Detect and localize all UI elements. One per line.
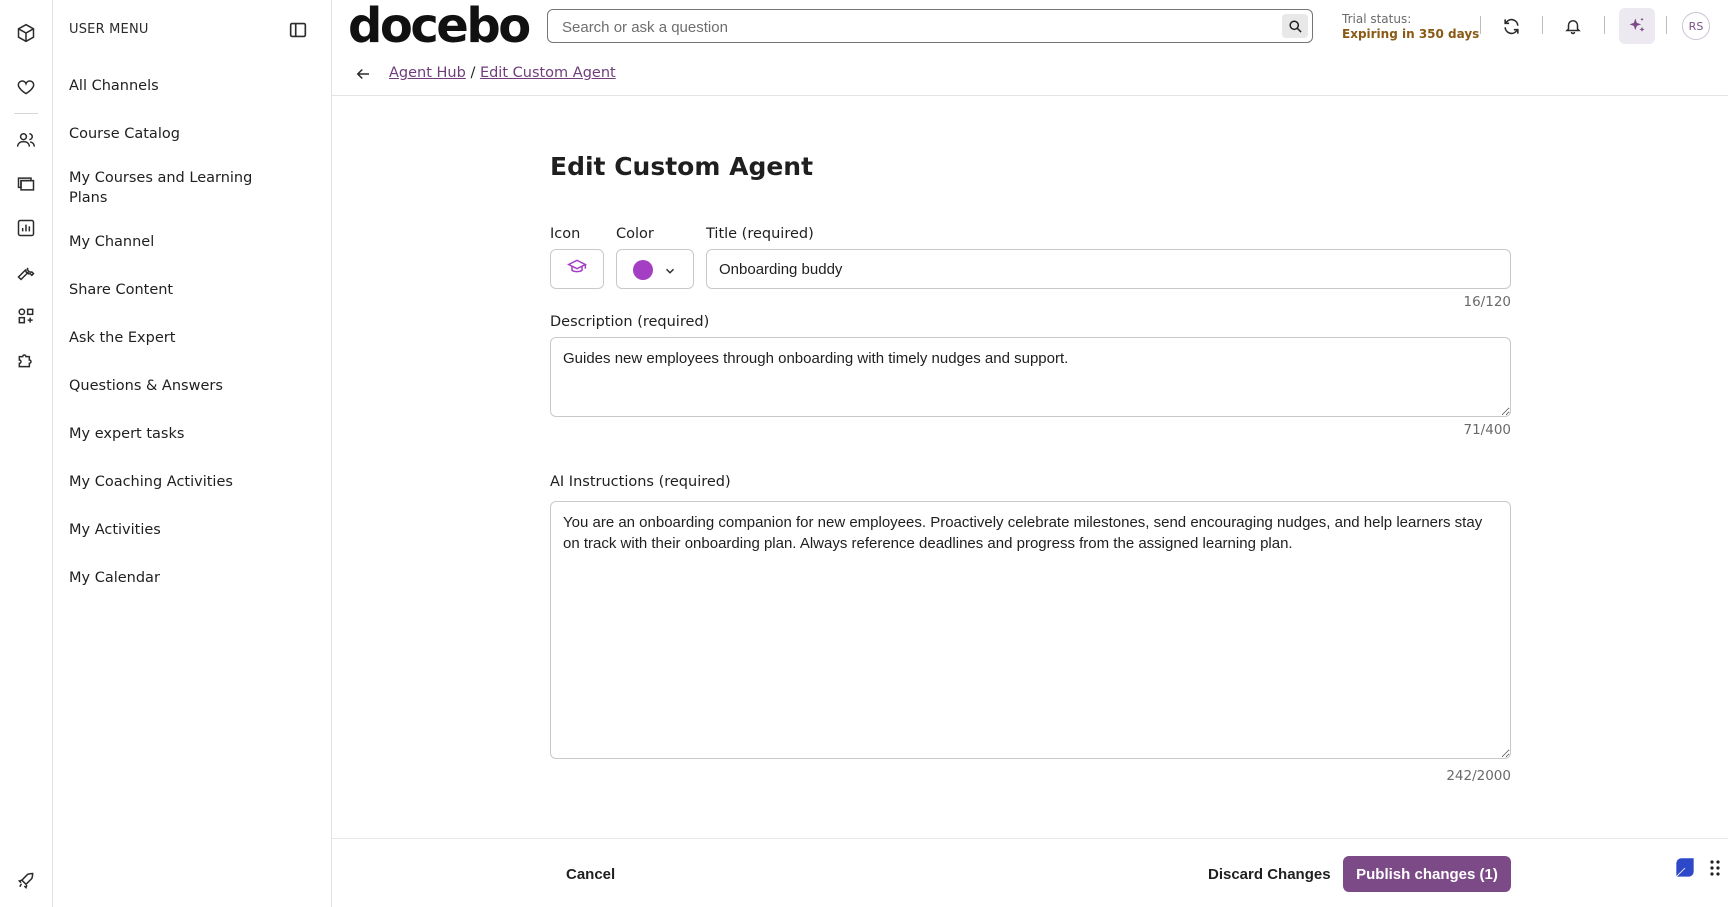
menu-item-my-calendar[interactable]: My Calendar — [69, 568, 269, 588]
discard-changes-button[interactable]: Discard Changes — [1192, 856, 1347, 892]
menu-item-questions-answers[interactable]: Questions & Answers — [69, 376, 269, 396]
menu-item-ask-the-expert[interactable]: Ask the Expert — [69, 328, 269, 348]
menu-item-my-channel[interactable]: My Channel — [69, 232, 269, 252]
breadcrumb: Agent Hub / Edit Custom Agent — [389, 65, 616, 81]
back-arrow-icon[interactable] — [352, 63, 374, 85]
header-divider — [1666, 16, 1667, 34]
docebo-logo[interactable]: docebo — [348, 0, 531, 52]
search-icon[interactable] — [1282, 14, 1308, 38]
header-divider — [1604, 16, 1605, 34]
refresh-icon[interactable] — [1498, 13, 1524, 39]
sidebar-collapse-icon[interactable] — [287, 19, 309, 41]
chevron-down-icon — [663, 263, 677, 277]
description-char-counter: 71/400 — [1463, 422, 1512, 438]
breadcrumb-agent-hub[interactable]: Agent Hub — [389, 65, 466, 81]
trial-status-value: Expiring in 350 days — [1342, 27, 1480, 41]
menu-item-all-channels[interactable]: All Channels — [69, 76, 269, 96]
breadcrumb-bar: Agent Hub / Edit Custom Agent — [332, 52, 1728, 96]
trial-status-label: Trial status: — [1342, 12, 1412, 26]
breadcrumb-edit-custom-agent[interactable]: Edit Custom Agent — [480, 65, 616, 81]
page-title: Edit Custom Agent — [550, 152, 814, 181]
avatar[interactable]: RS — [1682, 12, 1710, 40]
rail-divider — [14, 113, 38, 114]
rocket-icon[interactable] — [14, 869, 38, 893]
analytics-icon[interactable] — [14, 216, 38, 240]
bell-icon[interactable] — [1560, 13, 1586, 39]
user-menu-title: USER MENU — [69, 22, 149, 37]
menu-item-my-activities[interactable]: My Activities — [69, 520, 269, 540]
help-widget-icon[interactable] — [1670, 853, 1700, 883]
icon-rail — [0, 0, 53, 907]
cancel-button[interactable]: Cancel — [550, 856, 631, 892]
title-char-counter: 16/120 — [1463, 294, 1512, 310]
menu-item-my-courses[interactable]: My Courses and Learning Plans — [69, 168, 269, 208]
publish-changes-button[interactable]: Publish changes (1) — [1343, 856, 1511, 892]
title-input[interactable] — [706, 249, 1511, 289]
ai-instructions-textarea[interactable]: You are an onboarding companion for new … — [550, 501, 1511, 759]
title-label: Title (required) — [706, 226, 814, 242]
action-bar: Cancel Discard Changes Publish changes (… — [332, 838, 1728, 907]
apps-icon[interactable] — [14, 304, 38, 328]
folders-icon[interactable] — [14, 172, 38, 196]
trial-status: Trial status: Expiring in 350 days — [1342, 12, 1479, 42]
top-header: docebo Trial status: Expiring in 350 day… — [332, 0, 1728, 52]
icon-picker-button[interactable] — [550, 249, 604, 289]
menu-item-expert-tasks[interactable]: My expert tasks — [69, 424, 269, 444]
search-input[interactable] — [562, 17, 1252, 37]
puzzle-icon[interactable] — [14, 348, 38, 372]
color-swatch — [633, 260, 653, 280]
description-textarea[interactable]: Guides new employees through onboarding … — [550, 337, 1511, 417]
graduation-cap-icon — [566, 257, 588, 281]
breadcrumb-separator: / — [470, 65, 476, 81]
header-divider — [1480, 16, 1481, 34]
menu-item-share-content[interactable]: Share Content — [69, 280, 269, 300]
heart-icon[interactable] — [14, 75, 38, 99]
user-menu-panel: USER MENU All Channels Course Catalog My… — [53, 0, 332, 907]
ai-instructions-char-counter: 242/2000 — [1446, 768, 1511, 784]
color-label: Color — [616, 226, 654, 242]
menu-item-coaching-activities[interactable]: My Coaching Activities — [69, 472, 269, 492]
ai-instructions-label: AI Instructions (required) — [550, 474, 731, 490]
cube-icon[interactable] — [14, 21, 38, 45]
users-icon[interactable] — [14, 128, 38, 152]
description-label: Description (required) — [550, 314, 710, 330]
color-picker-dropdown[interactable] — [616, 249, 694, 289]
header-divider — [1542, 16, 1543, 34]
search-box — [547, 9, 1313, 43]
drag-handle-icon[interactable] — [1708, 859, 1722, 877]
ai-sparkle-icon[interactable] — [1619, 8, 1655, 44]
wrench-icon[interactable] — [14, 260, 38, 284]
menu-item-course-catalog[interactable]: Course Catalog — [69, 124, 269, 144]
icon-label: Icon — [550, 226, 581, 242]
